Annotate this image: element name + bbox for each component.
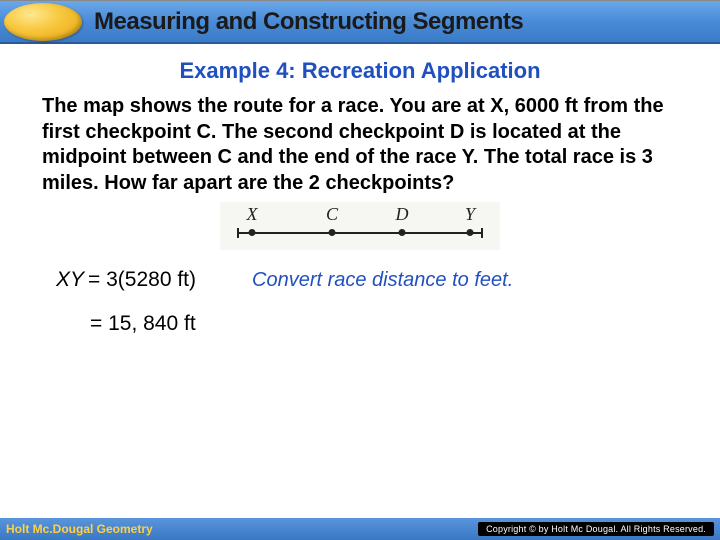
chapter-title: Measuring and Constructing Segments <box>94 8 523 36</box>
equation-rhs: = 3(5280 ft) <box>88 268 196 292</box>
header-bar: Measuring and Constructing Segments <box>0 0 720 44</box>
point-label-c: C <box>326 204 338 225</box>
step-explanation: Convert race distance to feet. <box>252 269 513 292</box>
example-title: Example 4: Recreation Application <box>0 58 720 84</box>
problem-statement: The map shows the route for a race. You … <box>0 94 720 196</box>
header-ellipse-logo <box>4 3 82 41</box>
point-label-x: X <box>247 204 258 225</box>
footer-bar: Holt Mc.Dougal Geometry Copyright © by H… <box>0 518 720 540</box>
point-label-d: D <box>396 204 409 225</box>
copyright-notice: Copyright © by Holt Mc Dougal. All Right… <box>478 522 714 536</box>
work-line-1: XY = 3(5280 ft) Convert race distance to… <box>0 268 720 292</box>
number-line <box>238 232 482 234</box>
equation-lhs: XY <box>56 268 84 292</box>
work-line-2: = 15, 840 ft <box>0 312 720 336</box>
textbook-name: Holt Mc.Dougal Geometry <box>6 522 153 536</box>
point-label-y: Y <box>465 204 475 225</box>
segment-diagram: X C D Y <box>0 202 720 250</box>
